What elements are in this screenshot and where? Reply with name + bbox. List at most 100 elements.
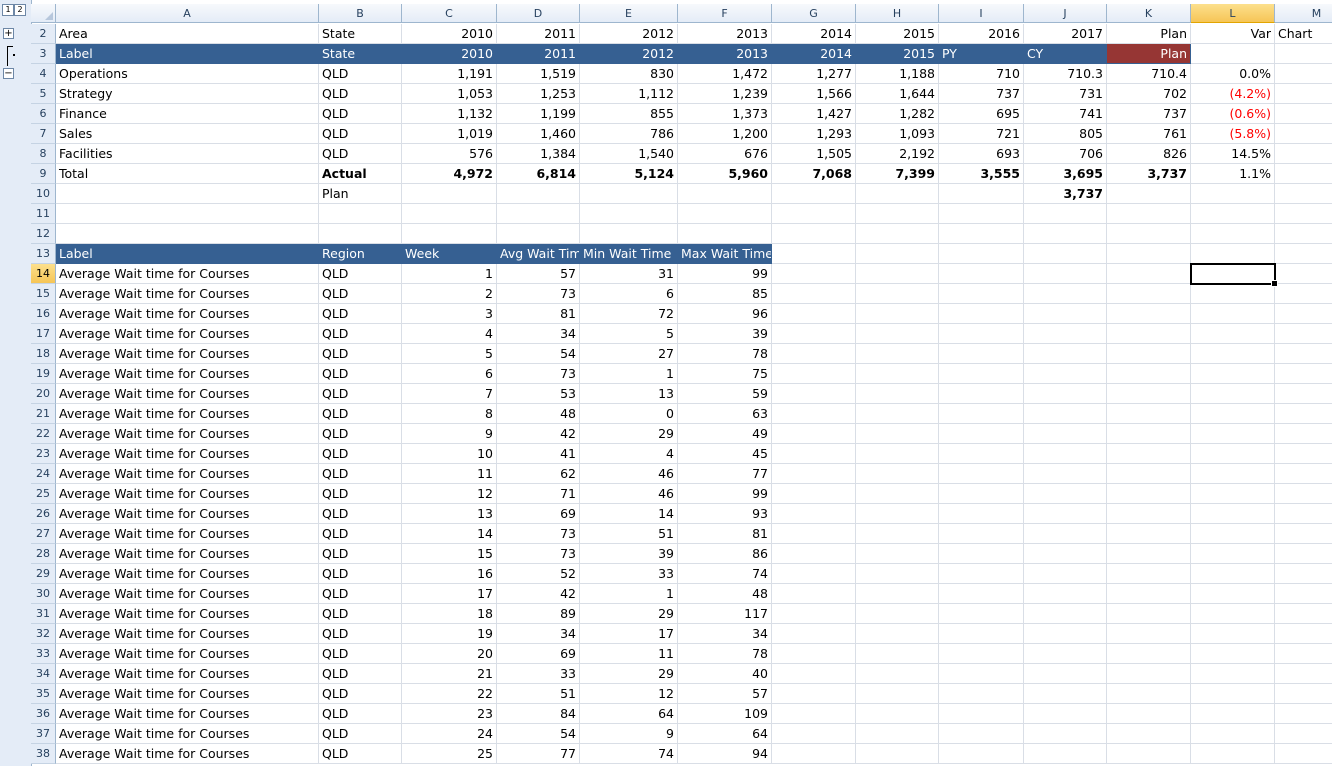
wait-table-cell[interactable]: QLD bbox=[319, 424, 402, 444]
area-label[interactable]: Finance bbox=[56, 104, 319, 124]
wait-table-cell[interactable]: 64 bbox=[678, 724, 772, 744]
wait-table-cell[interactable]: QLD bbox=[319, 704, 402, 724]
value-cell[interactable]: 1,112 bbox=[580, 84, 678, 104]
value-cell[interactable]: 741 bbox=[1024, 104, 1107, 124]
wait-table-cell[interactable]: 51 bbox=[497, 684, 580, 704]
cell-m14[interactable] bbox=[1275, 264, 1332, 284]
value-cell[interactable]: 1,472 bbox=[678, 64, 772, 84]
value-cell[interactable]: 1,373 bbox=[678, 104, 772, 124]
cell-i17[interactable] bbox=[939, 324, 1024, 344]
cell-g32[interactable] bbox=[772, 624, 856, 644]
cell-i35[interactable] bbox=[939, 684, 1024, 704]
wait-table-cell[interactable]: QLD bbox=[319, 684, 402, 704]
total-value-cell[interactable]: 3,737 bbox=[1107, 164, 1191, 184]
wait-table-cell[interactable]: 64 bbox=[580, 704, 678, 724]
wait-table-cell[interactable]: 17 bbox=[580, 624, 678, 644]
cell-e12[interactable] bbox=[580, 224, 678, 244]
wait-table-cell[interactable]: 10 bbox=[402, 444, 497, 464]
wait-table-cell[interactable]: 22 bbox=[402, 684, 497, 704]
cell-k26[interactable] bbox=[1107, 504, 1191, 524]
cell-l22[interactable] bbox=[1191, 424, 1275, 444]
cell-m22[interactable] bbox=[1275, 424, 1332, 444]
total-value-cell[interactable]: 4,972 bbox=[402, 164, 497, 184]
cell-m27[interactable] bbox=[1275, 524, 1332, 544]
column-header-k[interactable]: K bbox=[1107, 4, 1191, 23]
row-header[interactable]: 15 bbox=[31, 284, 56, 304]
cell-l23[interactable] bbox=[1191, 444, 1275, 464]
cell-i23[interactable] bbox=[939, 444, 1024, 464]
cell-j24[interactable] bbox=[1024, 464, 1107, 484]
cell-g29[interactable] bbox=[772, 564, 856, 584]
table-header-j[interactable]: CY bbox=[1024, 44, 1107, 64]
wait-table-cell[interactable]: 19 bbox=[402, 624, 497, 644]
cell-i25[interactable] bbox=[939, 484, 1024, 504]
wait-table-cell[interactable]: 117 bbox=[678, 604, 772, 624]
cell-k19[interactable] bbox=[1107, 364, 1191, 384]
cell-j31[interactable] bbox=[1024, 604, 1107, 624]
cell-m25[interactable] bbox=[1275, 484, 1332, 504]
header-cell-a2[interactable]: Area bbox=[56, 24, 319, 44]
cell-m15[interactable] bbox=[1275, 284, 1332, 304]
cell-h20[interactable] bbox=[856, 384, 939, 404]
wait-table-cell[interactable]: Average Wait time for Courses bbox=[56, 704, 319, 724]
wait-table-cell[interactable]: 29 bbox=[580, 664, 678, 684]
cell-h14[interactable] bbox=[856, 264, 939, 284]
wait-table-cell[interactable]: 18 bbox=[402, 604, 497, 624]
table-header-c[interactable]: 2010 bbox=[402, 44, 497, 64]
wait-table-cell[interactable]: 27 bbox=[580, 344, 678, 364]
area-label[interactable]: Operations bbox=[56, 64, 319, 84]
wait-table-cell[interactable]: 46 bbox=[580, 484, 678, 504]
cell-g34[interactable] bbox=[772, 664, 856, 684]
value-cell[interactable]: 1,277 bbox=[772, 64, 856, 84]
wait-table-cell[interactable]: 74 bbox=[580, 744, 678, 764]
cell-l11[interactable] bbox=[1191, 204, 1275, 224]
value-cell[interactable]: 693 bbox=[939, 144, 1024, 164]
cell-k16[interactable] bbox=[1107, 304, 1191, 324]
total-value-cell[interactable]: 7,399 bbox=[856, 164, 939, 184]
cell-k18[interactable] bbox=[1107, 344, 1191, 364]
cell-k13[interactable] bbox=[1107, 244, 1191, 264]
cell-m11[interactable] bbox=[1275, 204, 1332, 224]
cell-g25[interactable] bbox=[772, 484, 856, 504]
cell-g23[interactable] bbox=[772, 444, 856, 464]
header-cell-b2[interactable]: State bbox=[319, 24, 402, 44]
wait-table-cell[interactable]: QLD bbox=[319, 584, 402, 604]
value-cell[interactable]: 826 bbox=[1107, 144, 1191, 164]
cell-f12[interactable] bbox=[678, 224, 772, 244]
cell-h30[interactable] bbox=[856, 584, 939, 604]
wait-table-cell[interactable]: QLD bbox=[319, 304, 402, 324]
wait-table-cell[interactable]: 14 bbox=[402, 524, 497, 544]
wait-table-cell[interactable]: Average Wait time for Courses bbox=[56, 584, 319, 604]
row-header[interactable]: 33 bbox=[31, 644, 56, 664]
cell-l13[interactable] bbox=[1191, 244, 1275, 264]
expand-group-button[interactable]: + bbox=[3, 28, 14, 39]
wait-table-cell[interactable]: 69 bbox=[497, 504, 580, 524]
table-header-b[interactable]: State bbox=[319, 44, 402, 64]
row-header[interactable]: 17 bbox=[31, 324, 56, 344]
value-cell[interactable]: 1,253 bbox=[497, 84, 580, 104]
wait-table-cell[interactable]: 75 bbox=[678, 364, 772, 384]
row-header[interactable]: 38 bbox=[31, 744, 56, 764]
cell-i18[interactable] bbox=[939, 344, 1024, 364]
cell-i31[interactable] bbox=[939, 604, 1024, 624]
total-value-cell[interactable]: 7,068 bbox=[772, 164, 856, 184]
cell-j16[interactable] bbox=[1024, 304, 1107, 324]
cell-i30[interactable] bbox=[939, 584, 1024, 604]
value-cell[interactable]: 710 bbox=[939, 64, 1024, 84]
cell-k20[interactable] bbox=[1107, 384, 1191, 404]
wait-table-cell[interactable]: 41 bbox=[497, 444, 580, 464]
row-header[interactable]: 26 bbox=[31, 504, 56, 524]
header-cell-k2[interactable]: Plan bbox=[1107, 24, 1191, 44]
cell-i22[interactable] bbox=[939, 424, 1024, 444]
wait-table-cell[interactable]: 1 bbox=[580, 364, 678, 384]
variance-cell[interactable]: (0.6%) bbox=[1191, 104, 1275, 124]
wait-table-cell[interactable]: 42 bbox=[497, 424, 580, 444]
cell-k32[interactable] bbox=[1107, 624, 1191, 644]
cell-g14[interactable] bbox=[772, 264, 856, 284]
wait-table-header-f[interactable]: Max Wait Time bbox=[678, 244, 772, 264]
cell-h15[interactable] bbox=[856, 284, 939, 304]
wait-table-cell[interactable]: QLD bbox=[319, 664, 402, 684]
cell-k37[interactable] bbox=[1107, 724, 1191, 744]
cell-m28[interactable] bbox=[1275, 544, 1332, 564]
cell-f11[interactable] bbox=[678, 204, 772, 224]
